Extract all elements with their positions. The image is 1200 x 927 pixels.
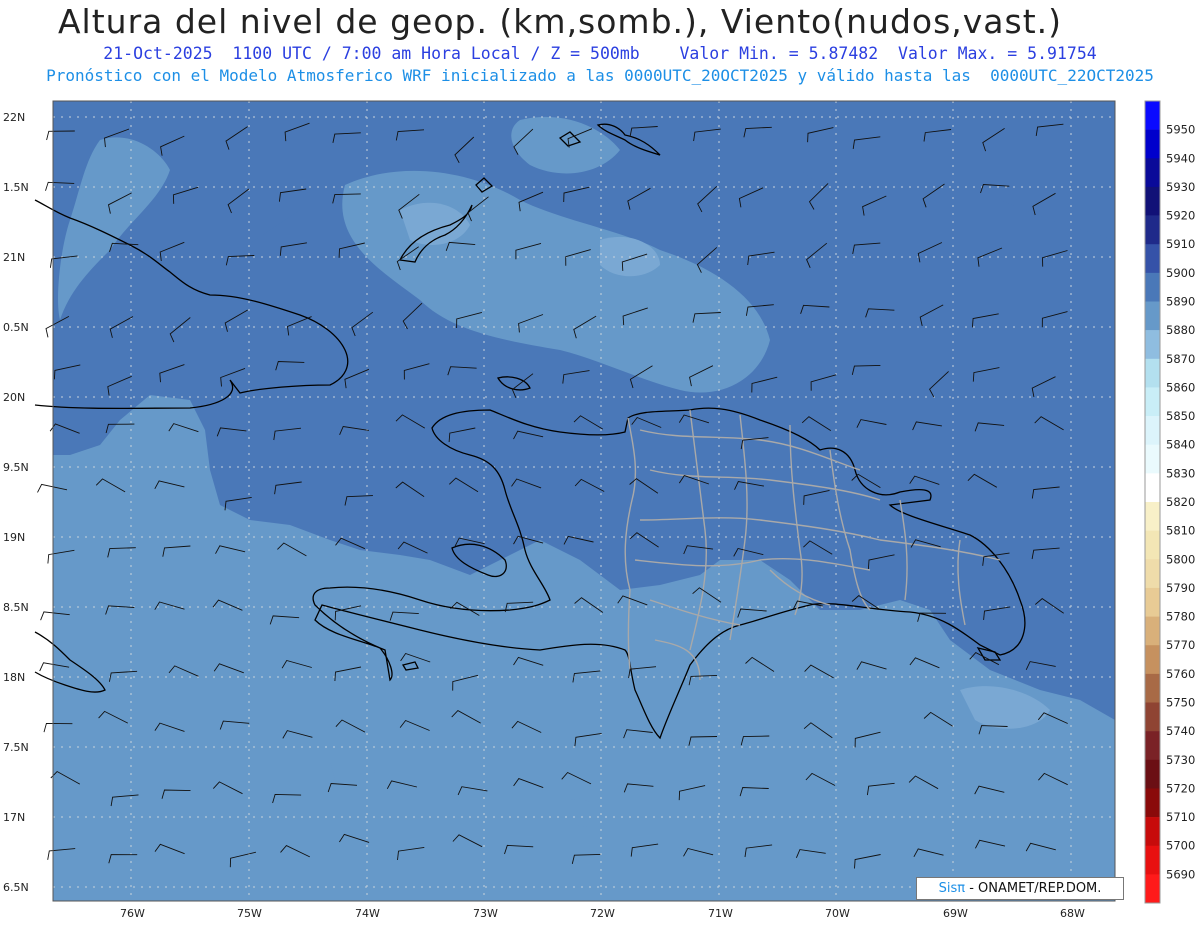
lat-label: 18N [3,671,25,684]
colorbar-label: 5930 [1166,180,1195,194]
colorbar-label: 5870 [1166,352,1195,366]
colorbar-swatch [1145,330,1160,360]
colorbar-label: 5920 [1166,209,1195,223]
lon-label: 75W [237,907,262,920]
colorbar-swatch [1145,215,1160,245]
colorbar-label: 5900 [1166,266,1195,280]
colorbar-label: 5800 [1166,552,1195,566]
credit-box: Sisπ - ONAMET/REP.DOM. [916,877,1124,900]
colorbar-label: 5750 [1166,696,1195,710]
colorbar-label: 5910 [1166,237,1195,251]
colorbar-label: 5690 [1166,867,1195,881]
credit-text: - ONAMET/REP.DOM. [965,881,1102,896]
colorbar-swatch [1145,645,1160,675]
colorbar-swatch [1145,673,1160,703]
colorbar-label: 5770 [1166,638,1195,652]
colorbar-swatch [1145,387,1160,417]
lon-label: 73W [473,907,498,920]
colorbar-label: 5850 [1166,409,1195,423]
colorbar-label: 5790 [1166,581,1195,595]
colorbar-swatch [1145,502,1160,531]
colorbar-swatch [1145,244,1160,274]
colorbar-swatch [1145,587,1160,617]
lon-label: 76W [120,907,145,920]
lon-label: 68W [1060,907,1085,920]
colorbar-swatch [1145,874,1160,904]
lon-label: 74W [355,907,380,920]
colorbar-swatch [1145,416,1160,446]
colorbar-swatch [1145,702,1160,732]
colorbar-swatch [1145,473,1160,503]
colorbar-swatch [1145,616,1160,646]
lat-label: 19N [3,531,25,544]
lon-label: 71W [708,907,733,920]
lat-label: 8.5N [3,601,29,614]
colorbar-label: 5710 [1166,810,1195,824]
lat-label: 22N [3,111,25,124]
colorbar-swatch [1145,788,1160,818]
colorbar: 5950 5940 5930 5920 5910 5900 5890 5880 5870 5860… [1144,100,1195,904]
colorbar-swatch [1145,301,1160,331]
colorbar-label: 5860 [1166,380,1195,394]
lat-label: 6.5N [3,881,29,894]
colorbar-swatch [1145,158,1160,188]
colorbar-swatch [1145,845,1160,875]
colorbar-swatch [1145,731,1160,761]
lat-label: 1.5N [3,181,29,194]
colorbar-swatch [1145,530,1160,560]
colorbar-label: 5820 [1166,495,1195,509]
colorbar-label: 5880 [1166,323,1195,337]
colorbar-swatch [1145,559,1160,589]
colorbar-swatch [1145,101,1160,130]
lat-label: 7.5N [3,741,29,754]
colorbar-label: 5740 [1166,724,1195,738]
latitude-axis: 22N 1.5N 21N 0.5N 20N 9.5N 19N 8.5N 18N … [3,111,29,894]
colorbar-label: 5700 [1166,839,1195,853]
forecast-map: 22N 1.5N 21N 0.5N 20N 9.5N 19N 8.5N 18N … [3,100,1195,920]
lat-label: 17N [3,811,25,824]
lon-label: 70W [825,907,850,920]
colorbar-label: 5950 [1166,123,1195,137]
colorbar-swatch [1145,358,1160,388]
colorbar-label: 5780 [1166,610,1195,624]
colorbar-swatch [1145,186,1160,216]
colorbar-swatch [1145,817,1160,847]
credit-brand: Sisπ [938,881,966,896]
lat-label: 21N [3,251,25,264]
colorbar-label: 5840 [1166,438,1195,452]
colorbar-label: 5810 [1166,524,1195,538]
colorbar-label: 5940 [1166,151,1195,165]
colorbar-swatch [1145,272,1160,302]
lon-label: 69W [943,907,968,920]
lon-label: 72W [590,907,615,920]
colorbar-label: 5760 [1166,667,1195,681]
colorbar-swatch [1145,759,1160,789]
colorbar-label: 5730 [1166,753,1195,767]
colorbar-label: 5890 [1166,295,1195,309]
lat-label: 9.5N [3,461,29,474]
colorbar-label: 5720 [1166,781,1195,795]
longitude-axis: 76W 75W 74W 73W 72W 71W 70W 69W 68W [120,907,1085,920]
colorbar-swatch [1145,129,1160,159]
lat-label: 0.5N [3,321,29,334]
colorbar-swatch [1145,444,1160,474]
lat-label: 20N [3,391,25,404]
colorbar-label: 5830 [1166,466,1195,480]
